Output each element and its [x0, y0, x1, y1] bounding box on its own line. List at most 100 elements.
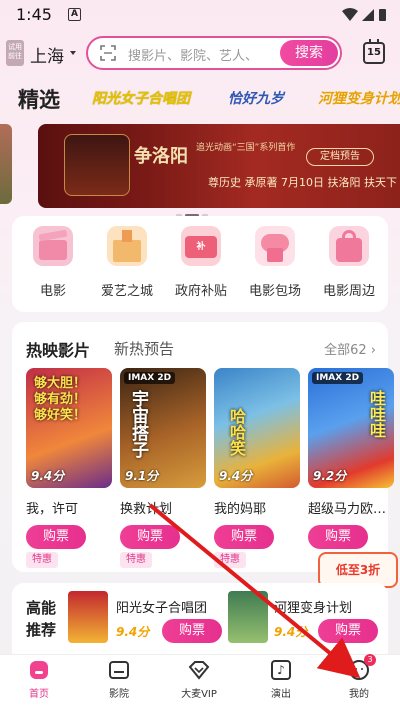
signal-icon [362, 9, 374, 21]
movie-title: 换救计划 [120, 502, 173, 517]
recommend-thumb[interactable] [228, 591, 268, 643]
banner-cta-button[interactable]: 定档预告 [306, 148, 374, 166]
brand-logo-sunshine-choir[interactable]: 阳光女子合唱团 [92, 88, 190, 108]
battery-icon [379, 9, 386, 21]
notification-icon: A [68, 8, 81, 21]
brand-logo-beaver-plan[interactable]: 河狸变身计划 [318, 88, 400, 108]
category-label: 政府补贴 [174, 284, 227, 299]
category-movie[interactable]: 电影 [16, 226, 90, 299]
deal-badge: 特惠 [214, 552, 246, 568]
castle-icon [107, 226, 147, 266]
movie-clapper-icon [33, 226, 73, 266]
search-button[interactable]: 搜索 [280, 40, 338, 66]
movie-item[interactable]: IMAX 2D 哇哇哇 9.2分 超级马力欧… 购票 [308, 368, 394, 549]
movie-score: 9.2分 [313, 469, 347, 483]
movie-item[interactable]: 够大胆！够有劲！够好笑！ 9.4分 我，许可 购票 特惠 [26, 368, 112, 568]
search-placeholder: 搜影片、影院、艺人、 [128, 49, 259, 64]
featured-title: 精选 [18, 88, 60, 112]
nav-label: 我的 [349, 689, 369, 700]
nav-label: 首页 [29, 689, 49, 700]
cloud-popcorn-icon [255, 226, 295, 266]
tab-trailers[interactable]: 新热预告 [114, 338, 174, 359]
nav-label: 演出 [271, 689, 291, 700]
nav-shows[interactable]: ♪ 演出 [246, 659, 316, 700]
calendar-icon[interactable]: 15 [363, 39, 385, 64]
location-badge[interactable]: 试用 前往 [6, 40, 24, 66]
nav-label: 影院 [109, 689, 129, 700]
imax-tag: IMAX 2D [124, 372, 176, 384]
buy-ticket-button[interactable]: 购票 [308, 525, 368, 549]
nav-home[interactable]: 首页 [4, 659, 74, 700]
scan-icon[interactable] [100, 45, 116, 61]
movie-poster[interactable]: 够大胆！够有劲！够好笑！ 9.4分 [26, 368, 112, 488]
carousel-dots [176, 202, 226, 217]
category-card: 电影 爱艺之城 补 政府补贴 电影包场 电影周边 [12, 216, 388, 312]
music-note-icon: ♪ [270, 659, 292, 681]
buy-ticket-button[interactable]: 购票 [26, 525, 86, 549]
view-all-link[interactable]: 全部62 › [324, 339, 376, 358]
movie-poster[interactable]: IMAX 2D 宇宙搭子 9.1分 [120, 368, 206, 488]
movie-poster[interactable]: IMAX 2D 哇哇哇 9.2分 [308, 368, 394, 488]
recommend-card: 高能推荐 阳光女子合唱团 9.4分 购票 河狸变身计划 9.4分 购票 [12, 583, 388, 655]
category-label: 电影周边 [322, 284, 375, 299]
cinema-icon [108, 659, 130, 681]
banner-subtitle: 追光动画“三国”系列首作 [196, 143, 296, 153]
category-private-screening[interactable]: 电影包场 [238, 226, 312, 299]
chevron-right-icon: › [370, 343, 376, 358]
movie-score: 9.1分 [125, 469, 159, 483]
status-bar: 1:45 A [0, 0, 400, 30]
subsidy-ticket-icon: 补 [181, 226, 221, 266]
recommend-title: 高能推荐 [26, 599, 57, 639]
imax-tag: IMAX 2D [312, 372, 364, 384]
buy-ticket-button[interactable]: 购票 [120, 525, 180, 549]
movie-item[interactable]: 哈哈笑 9.4分 我的妈耶 购票 特惠 [214, 368, 300, 568]
category-art-city[interactable]: 爱艺之城 [90, 226, 164, 299]
nav-cinema[interactable]: 影院 [84, 659, 154, 700]
movie-title: 我，许可 [26, 502, 79, 517]
brand-logo-just-nine[interactable]: 恰好九岁 [228, 88, 284, 108]
category-label: 爱艺之城 [100, 284, 153, 299]
promo-banner[interactable]: 争洛阳 追光动画“三国”系列首作 定档预告 尊历史 承原著 7月10日 扶洛阳 … [38, 124, 400, 208]
city-selector[interactable]: 上海 [30, 42, 64, 67]
movie-title: 超级马力欧… [308, 502, 387, 517]
profile-icon: 3 [348, 654, 376, 681]
banner-prev-peek[interactable] [0, 124, 12, 204]
nav-profile[interactable]: 3 我的 [324, 654, 394, 700]
buy-ticket-button[interactable]: 购票 [162, 619, 222, 643]
recommend-thumb[interactable] [68, 591, 108, 643]
recommend-score: 9.4分 [274, 625, 308, 639]
recommend-score: 9.4分 [116, 625, 150, 639]
movie-title: 我的妈耶 [214, 502, 267, 517]
recommend-name: 河狸变身计划 [274, 601, 353, 616]
banner-logo: 争洛阳 [134, 146, 188, 167]
buy-ticket-button[interactable]: 购票 [318, 619, 378, 643]
now-showing-card: 热映影片 新热预告 全部62 › 够大胆！够有劲！够好笑！ 9.4分 我，许可 … [12, 322, 394, 572]
movie-score: 9.4分 [219, 469, 253, 483]
wifi-icon [342, 8, 358, 21]
buy-ticket-button[interactable]: 购票 [214, 525, 274, 549]
banner-poster-image [64, 134, 130, 196]
home-icon [28, 659, 50, 681]
deal-badge: 特惠 [120, 552, 152, 568]
vip-diamond-icon [188, 659, 210, 681]
chevron-down-icon [70, 51, 76, 55]
bottom-nav: 首页 影院 大麦VIP ♪ 演出 3 我的 [0, 654, 400, 710]
nav-label: 大麦VIP [181, 689, 217, 700]
notification-badge: 3 [364, 654, 376, 666]
status-icons [342, 8, 386, 21]
nav-vip[interactable]: 大麦VIP [164, 659, 234, 700]
banner-tagline: 尊历史 承原著 7月10日 扶洛阳 扶天下 [208, 176, 397, 189]
deal-badge: 特惠 [26, 552, 58, 568]
movie-score: 9.4分 [31, 469, 65, 483]
movie-poster[interactable]: 哈哈笑 9.4分 [214, 368, 300, 488]
search-input[interactable]: 搜影片、影院、艺人、 搜索 [86, 36, 342, 70]
category-subsidy[interactable]: 补 政府补贴 [164, 226, 238, 299]
recommend-name: 阳光女子合唱团 [116, 601, 208, 616]
category-merch[interactable]: 电影周边 [312, 226, 386, 299]
tab-now-showing[interactable]: 热映影片 [26, 337, 90, 361]
movie-item[interactable]: IMAX 2D 宇宙搭子 9.1分 换救计划 购票 特惠 [120, 368, 206, 568]
category-label: 电影包场 [248, 284, 301, 299]
status-time: 1:45 [16, 5, 52, 24]
shopping-bag-icon [329, 226, 369, 266]
category-label: 电影 [39, 284, 66, 299]
